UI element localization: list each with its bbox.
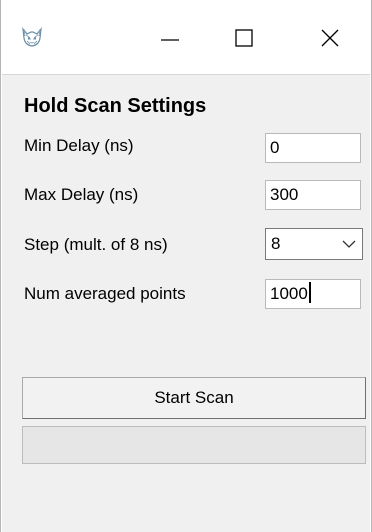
- close-button[interactable]: [301, 14, 359, 62]
- start-scan-button[interactable]: Start Scan: [22, 377, 366, 419]
- settings-panel: Hold Scan Settings Min Delay (ns) 0 Max …: [2, 74, 370, 532]
- step-value: 8: [271, 234, 281, 253]
- title-bar[interactable]: [1, 0, 371, 74]
- maximize-icon: [235, 29, 253, 47]
- cat-face-icon[interactable]: [21, 26, 43, 48]
- step-select[interactable]: 8: [265, 228, 363, 260]
- max-delay-input[interactable]: 300: [265, 180, 361, 210]
- minimize-icon: [161, 39, 179, 41]
- text-caret: [308, 282, 311, 303]
- num-points-label: Num averaged points: [24, 284, 186, 303]
- close-icon: [321, 29, 339, 47]
- chevron-down-icon: [342, 240, 356, 248]
- min-delay-value: 0: [270, 138, 280, 157]
- panel-heading: Hold Scan Settings: [24, 95, 207, 117]
- maximize-button[interactable]: [215, 14, 273, 62]
- scan-progress-bar: [22, 426, 366, 464]
- app-window: Hold Scan Settings Min Delay (ns) 0 Max …: [0, 0, 372, 532]
- num-points-input[interactable]: 1000: [265, 279, 361, 309]
- minimize-button[interactable]: [141, 14, 199, 62]
- max-delay-value: 300: [270, 185, 299, 204]
- num-points-value: 1000: [270, 284, 308, 303]
- min-delay-label: Min Delay (ns): [24, 136, 134, 155]
- min-delay-input[interactable]: 0: [265, 133, 361, 163]
- max-delay-label: Max Delay (ns): [24, 185, 139, 204]
- step-label: Step (mult. of 8 ns): [24, 235, 168, 254]
